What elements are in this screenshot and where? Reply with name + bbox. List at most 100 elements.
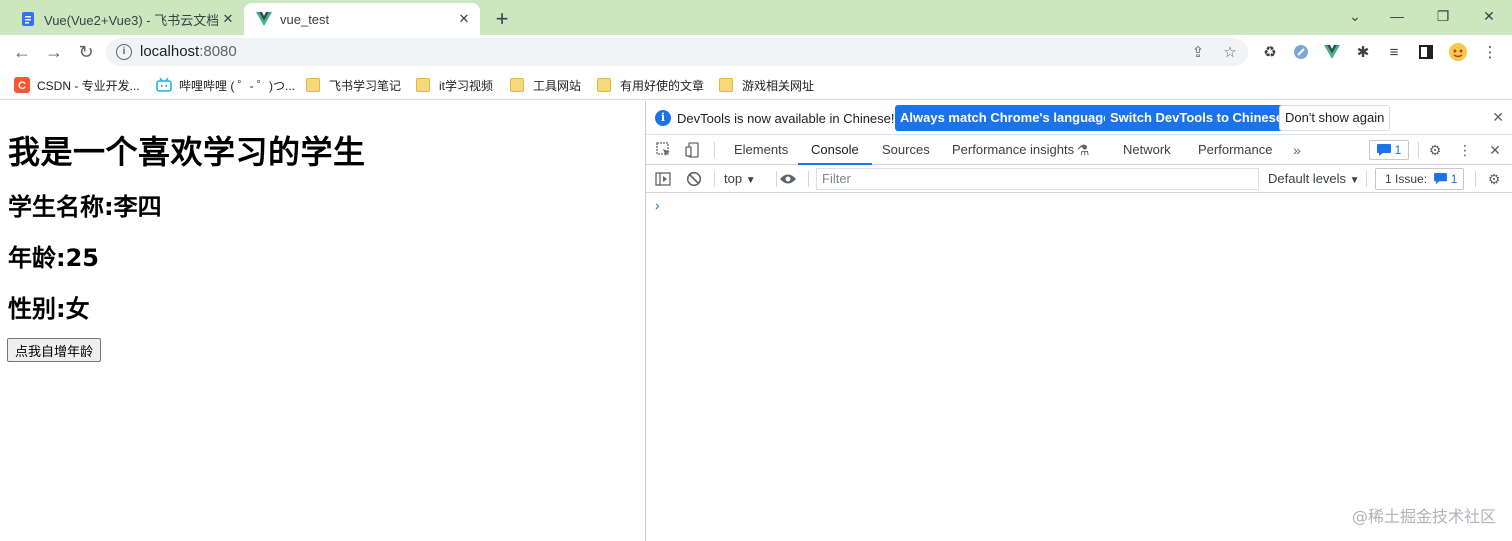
watermark: @稀土掘金技术社区 [1351, 507, 1496, 526]
device-toolbar-icon[interactable] [683, 141, 703, 159]
close-devtools-icon[interactable]: ✕ [1485, 141, 1505, 159]
divider [1366, 171, 1367, 187]
bookmark-label: CSDN - 专业开发... [37, 78, 140, 93]
issues-count: 1 [1450, 172, 1458, 186]
dropdown-triangle-icon: ▼ [1349, 175, 1360, 186]
devtools-language-infobar: i DevTools is now available in Chinese! … [646, 101, 1512, 135]
tab-title: Vue(Vue2+Vue3) - 飞书云文档 [44, 12, 218, 28]
new-tab-button[interactable]: + [488, 5, 516, 33]
student-gender: 性别:女 [8, 295, 90, 323]
close-tab-icon[interactable]: ✕ [218, 9, 238, 29]
extension-shield-icon[interactable] [1289, 40, 1313, 64]
bookmark-label: 飞书学习笔记 [329, 78, 402, 93]
folder-icon [416, 78, 430, 92]
infobar-message: DevTools is now available in Chinese! [677, 111, 895, 126]
experiment-flask-icon: ⚗ [1076, 141, 1090, 158]
clear-console-icon[interactable] [685, 170, 703, 188]
bookmark-bilibili[interactable]: 哔哩哔哩 ( ゜- ゜)つ... [156, 75, 295, 95]
log-levels-dropdown[interactable]: Default levels ▼ [1268, 171, 1360, 186]
bookmarks-bar: C CSDN - 专业开发... 哔哩哔哩 ( ゜- ゜)つ... 飞书学习笔记… [0, 69, 1512, 100]
bookmark-label: 哔哩哔哩 ( ゜- ゜)つ... [179, 78, 295, 93]
bookmark-label: it学习视频 [439, 78, 494, 93]
restore-button[interactable]: ❐ [1428, 4, 1458, 28]
live-expression-eye-icon[interactable] [779, 170, 797, 188]
vue-devtools-icon[interactable] [1320, 40, 1344, 64]
messages-badge[interactable]: 1 [1369, 140, 1409, 160]
profile-avatar[interactable] [1446, 40, 1470, 64]
more-options-icon[interactable]: ⋮ [1455, 141, 1475, 159]
folder-icon [306, 78, 320, 92]
bookmark-label: 游戏相关网址 [742, 78, 815, 93]
bookmark-folder-feishu-notes[interactable]: 飞书学习笔记 [306, 75, 401, 95]
divider [714, 142, 715, 158]
issues-label: 1 Issue: [1385, 172, 1428, 186]
dropdown-triangle-icon: ▼ [745, 175, 756, 186]
dont-show-again-button[interactable]: Don't show again [1279, 105, 1391, 131]
student-age: 年龄:25 [8, 244, 99, 272]
folder-icon [597, 78, 611, 92]
message-icon [1376, 144, 1391, 156]
levels-label: Default levels [1268, 171, 1347, 186]
address-bar[interactable]: i localhost:8080 ⇪ ☆ [106, 38, 1248, 66]
bilibili-icon [156, 77, 172, 92]
bookmark-folder-it-videos[interactable]: it学习视频 [416, 75, 493, 95]
divider [776, 171, 777, 187]
side-panel-icon[interactable] [1414, 40, 1438, 64]
tab-search-icon[interactable]: ⌄ [1340, 4, 1370, 28]
bookmark-folder-tool-sites[interactable]: 工具网站 [510, 75, 581, 95]
bookmark-label: 有用好使的文章 [620, 78, 705, 93]
tab-console[interactable]: Console [798, 135, 872, 165]
bookmark-csdn[interactable]: C CSDN - 专业开发... [14, 75, 140, 95]
close-window-button[interactable]: ✕ [1474, 4, 1504, 28]
tab-title: vue_test [280, 11, 330, 27]
increment-age-button[interactable]: 点我自增年龄 [7, 338, 102, 362]
tab-network[interactable]: Network [1123, 135, 1171, 165]
minimize-button[interactable]: — [1382, 4, 1412, 28]
tab-sources[interactable]: Sources [882, 135, 930, 165]
message-icon [1434, 173, 1448, 184]
switch-to-chinese-button[interactable]: Switch DevTools to Chinese [1105, 105, 1289, 131]
bookmark-folder-game-sites[interactable]: 游戏相关网址 [719, 75, 814, 95]
issues-button[interactable]: 1 Issue: 1 [1375, 168, 1464, 190]
messages-count: 1 [1394, 143, 1402, 157]
context-label: top [724, 171, 743, 186]
close-tab-icon[interactable]: ✕ [454, 9, 474, 29]
share-icon[interactable]: ⇪ [1188, 42, 1208, 62]
always-match-language-button[interactable]: Always match Chrome's language [895, 105, 1116, 131]
context-selector[interactable]: top ▼ [724, 171, 756, 186]
extensions-puzzle-icon[interactable]: ✱ [1351, 40, 1375, 64]
tab-elements[interactable]: Elements [734, 135, 788, 165]
bookmark-label: 工具网站 [533, 78, 582, 93]
svg-text:C: C [18, 80, 26, 92]
forward-arrow-icon[interactable]: → [40, 39, 68, 65]
reload-icon[interactable]: ↻ [72, 39, 100, 65]
browser-toolbar: ← → ↻ i localhost:8080 ⇪ ☆ ♻ ✱ ≡ ⋮ [0, 35, 1512, 69]
console-settings-gear-icon[interactable]: ⚙ [1485, 170, 1503, 188]
console-prompt[interactable]: › [655, 197, 660, 213]
info-icon: i [655, 110, 671, 126]
media-queue-icon[interactable]: ≡ [1382, 40, 1406, 64]
bookmark-star-icon[interactable]: ☆ [1220, 42, 1240, 62]
site-info-icon[interactable]: i [116, 44, 132, 60]
chrome-menu-icon[interactable]: ⋮ [1478, 40, 1502, 64]
inspect-element-icon[interactable] [654, 141, 674, 159]
url-port: :8080 [199, 43, 237, 60]
devtools-panel: i DevTools is now available in Chinese! … [645, 101, 1512, 541]
tab-performance-insights[interactable]: Performance insights [952, 135, 1074, 165]
sidebar-toggle-icon[interactable] [654, 170, 672, 188]
settings-gear-icon[interactable]: ⚙ [1425, 141, 1445, 159]
tab-performance[interactable]: Performance [1198, 135, 1272, 165]
more-tabs-chevron-icon[interactable]: » [1287, 141, 1307, 159]
feishu-doc-icon [22, 12, 34, 26]
close-icon[interactable]: ✕ [1492, 109, 1504, 126]
back-arrow-icon[interactable]: ← [8, 39, 36, 65]
divider [714, 171, 715, 187]
folder-icon [510, 78, 524, 92]
bookmark-folder-useful-articles[interactable]: 有用好使的文章 [597, 75, 704, 95]
tab-feishu-doc[interactable]: Vue(Vue2+Vue3) - 飞书云文档 ✕ [8, 3, 244, 35]
divider [1475, 171, 1476, 187]
console-filter-input[interactable]: Filter [816, 168, 1259, 190]
tab-vue-test[interactable]: vue_test ✕ [244, 3, 480, 35]
recycle-extension-icon[interactable]: ♻ [1258, 40, 1282, 64]
url-text[interactable]: localhost:8080 [140, 43, 237, 60]
